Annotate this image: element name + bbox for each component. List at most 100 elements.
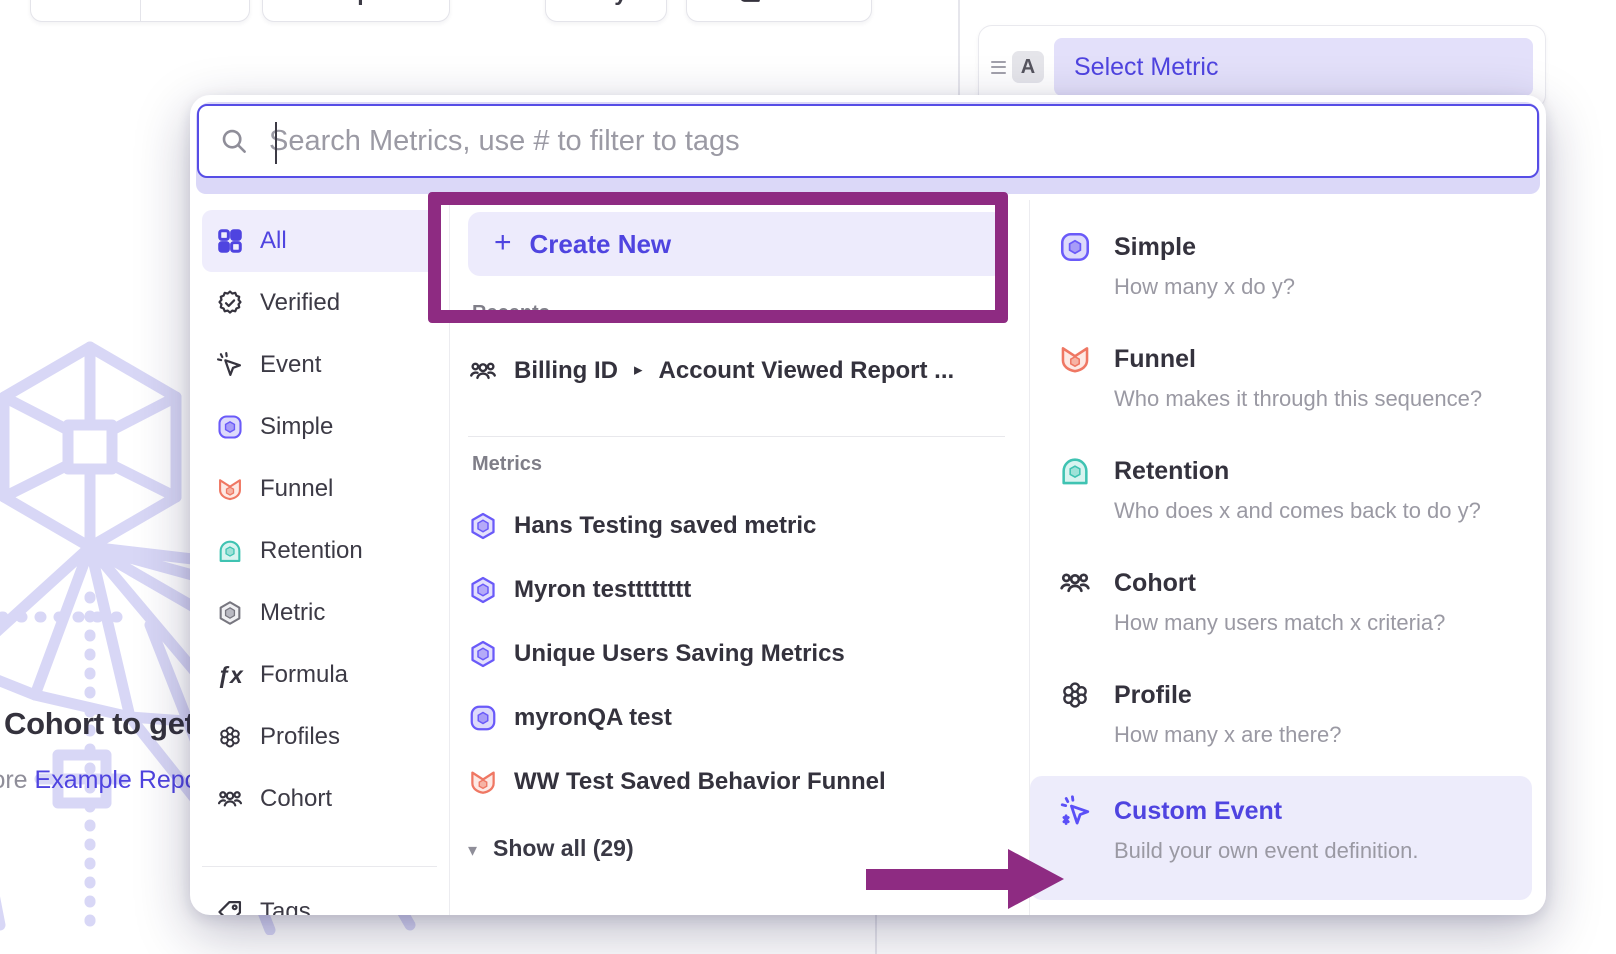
metric-item-unique-users[interactable]: Unique Users Saving Metrics	[468, 622, 1005, 686]
range-12m-button[interactable]: 12M	[31, 0, 140, 21]
sidebar-item-label: Cohort	[260, 785, 332, 813]
cohort-icon	[468, 356, 498, 386]
metric-item-hans-testing[interactable]: Hans Testing saved metric	[468, 494, 1005, 558]
type-description: How many x are there?	[1114, 722, 1546, 748]
metric-item-label: WW Test Saved Behavior Funnel	[514, 768, 886, 796]
metric-item-label: Unique Users Saving Metrics	[514, 640, 845, 668]
type-cohort[interactable]: Cohort How many users match x criteria?	[1030, 552, 1546, 664]
search-input[interactable]	[267, 124, 1517, 159]
filter-sidebar: All Verified	[190, 200, 450, 915]
sidebar-divider	[202, 866, 437, 867]
metric-item-myronqa-test[interactable]: myronQA test	[468, 686, 1005, 750]
sidebar-item-retention[interactable]: Retention	[202, 520, 437, 582]
type-title: Profile	[1114, 681, 1192, 710]
simple-icon	[468, 703, 498, 733]
recent-item-prefix: Billing ID	[514, 357, 618, 385]
type-description: Who does x and comes back to do y?	[1114, 498, 1546, 524]
select-metric-pill[interactable]: Select Metric	[1054, 38, 1533, 96]
retention-icon	[214, 537, 246, 565]
breadcrumb-caret-icon: ▸	[634, 360, 643, 380]
retention-icon	[1058, 454, 1092, 488]
sidebar-item-label: Verified	[260, 289, 340, 317]
sidebar-item-profiles[interactable]: Profiles	[202, 706, 437, 768]
metric-item-label: Myron testttttttt	[514, 576, 691, 604]
metric-item-myron-test[interactable]: Myron testttttttt	[468, 558, 1005, 622]
metric-item-ww-test-funnel[interactable]: WW Test Saved Behavior Funnel	[468, 750, 1005, 814]
day-button[interactable]: Day	[545, 0, 667, 22]
row-letter-badge: A	[1012, 51, 1044, 83]
sidebar-item-label: Retention	[260, 537, 363, 565]
metrics-list: Hans Testing saved metric Myron testtttt…	[468, 494, 1005, 814]
type-title: Simple	[1114, 233, 1196, 262]
sidebar-item-label: Metric	[260, 599, 325, 627]
cohort-icon	[1058, 566, 1092, 600]
annotation-arrow-head	[1008, 849, 1064, 909]
event-cursor-icon	[214, 351, 246, 379]
saved-metric-icon	[468, 511, 498, 541]
type-description: How many x do y?	[1114, 274, 1546, 300]
line-chart-type-button[interactable]: Line	[686, 0, 872, 22]
type-profile[interactable]: Profile How many x are there?	[1030, 664, 1546, 776]
drag-handle-icon[interactable]	[991, 61, 1006, 74]
sidebar-item-label: Formula	[260, 661, 348, 689]
sidebar-item-label: Simple	[260, 413, 333, 441]
sidebar-item-metric[interactable]: Metric	[202, 582, 437, 644]
type-title: Cohort	[1114, 569, 1196, 598]
annotation-arrow	[866, 869, 1012, 890]
metric-hexagon-icon	[214, 599, 246, 627]
show-all-button[interactable]: ▾ Show all (29)	[468, 822, 1005, 874]
type-description: Who makes it through this sequence?	[1114, 386, 1546, 412]
simple-icon	[214, 413, 246, 441]
sidebar-item-label: Funnel	[260, 475, 333, 503]
funnel-icon	[214, 475, 246, 503]
type-title: Retention	[1114, 457, 1229, 486]
cohort-icon	[214, 785, 246, 813]
annotation-rectangle	[428, 192, 1008, 323]
range-ytd-button[interactable]: YTD ▾	[140, 0, 250, 21]
type-title: Funnel	[1114, 345, 1196, 374]
date-range-group: 12M YTD ▾	[30, 0, 250, 22]
text-cursor	[275, 122, 277, 164]
type-custom-event[interactable]: Custom Event Build your own event defini…	[1030, 776, 1532, 900]
panel-divider-bottom	[875, 915, 877, 954]
type-description: Build your own event definition.	[1114, 838, 1532, 864]
type-title: Custom Event	[1114, 797, 1282, 826]
custom-event-icon	[1058, 794, 1092, 828]
sidebar-item-all[interactable]: All	[202, 210, 437, 272]
saved-metric-icon	[468, 639, 498, 669]
tag-icon	[214, 898, 246, 915]
grid-icon	[214, 227, 246, 255]
funnel-icon	[468, 767, 498, 797]
type-retention[interactable]: Retention Who does x and comes back to d…	[1030, 440, 1546, 552]
sidebar-item-label: All	[260, 227, 287, 255]
formula-icon: ƒx	[214, 662, 246, 689]
sidebar-item-funnel[interactable]: Funnel	[202, 458, 437, 520]
recent-item-suffix: Account Viewed Report ...	[659, 357, 955, 385]
chevron-down-icon: ▾	[468, 840, 477, 861]
type-funnel[interactable]: Funnel Who makes it through this sequenc…	[1030, 328, 1546, 440]
sidebar-item-formula[interactable]: ƒx Formula	[202, 644, 437, 706]
screen: 12M YTD ▾ Compare Day Line A	[0, 0, 1616, 954]
simple-icon	[1058, 230, 1092, 264]
sidebar-item-simple[interactable]: Simple	[202, 396, 437, 458]
line-chart-icon	[737, 0, 763, 5]
search-box	[197, 104, 1539, 178]
sidebar-item-label: Tags	[260, 898, 311, 915]
chevron-down-icon: ▾	[218, 0, 226, 4]
sidebar-item-verified[interactable]: Verified	[202, 272, 437, 334]
metrics-label: Metrics	[472, 453, 1005, 476]
compare-button[interactable]: Compare	[262, 0, 450, 22]
metric-item-label: myronQA test	[514, 704, 672, 732]
profiles-icon	[1058, 678, 1092, 712]
recent-item-billing-id[interactable]: Billing ID ▸ Account Viewed Report ...	[468, 339, 1005, 403]
sidebar-item-label: Event	[260, 351, 321, 379]
sidebar-item-cohort[interactable]: Cohort	[202, 768, 437, 830]
sidebar-item-event[interactable]: Event	[202, 334, 437, 396]
panel-divider	[958, 0, 960, 95]
funnel-icon	[1058, 342, 1092, 376]
sidebar-item-tags[interactable]: Tags	[202, 881, 437, 915]
recents-divider	[468, 436, 1005, 437]
type-simple[interactable]: Simple How many x do y?	[1030, 216, 1546, 328]
type-description: How many users match x criteria?	[1114, 610, 1546, 636]
saved-metric-icon	[468, 575, 498, 605]
